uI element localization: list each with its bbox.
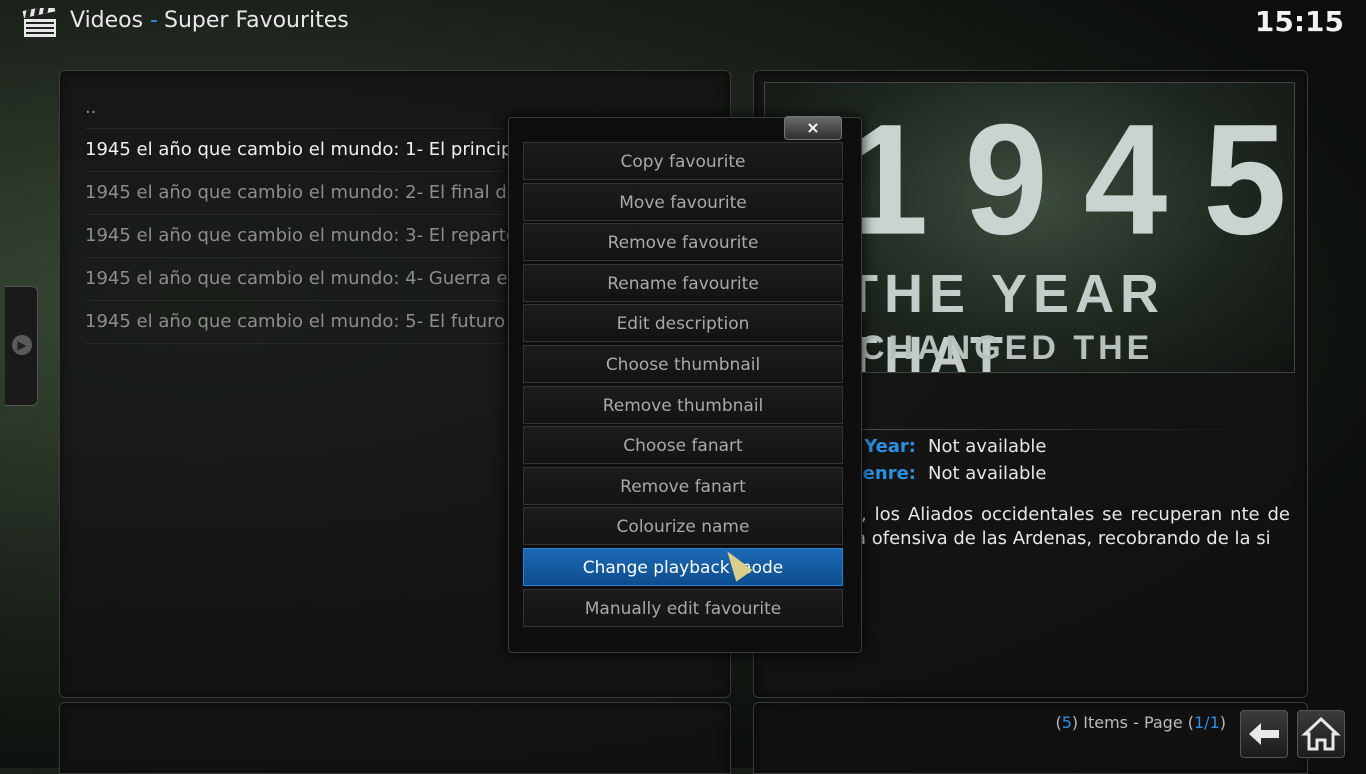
menu-item-change-playback-mode[interactable]: Change playback mode — [523, 547, 843, 586]
menu-item-edit-description[interactable]: Edit description — [523, 304, 843, 343]
menu-item-copy-favourite[interactable]: Copy favourite — [523, 142, 843, 180]
menu-item-rename-favourite[interactable]: Rename favourite — [523, 263, 843, 302]
chevron-right-icon[interactable]: ▶ — [12, 335, 32, 355]
item-count: 5 — [1061, 713, 1072, 732]
left-footer-panel — [59, 702, 731, 774]
home-button[interactable] — [1297, 710, 1345, 758]
menu-item-choose-fanart[interactable]: Choose fanart — [523, 426, 843, 465]
thumbnail-year-text: 1945 — [845, 90, 1295, 268]
thumbnail-line2-text: CHANGED THE WORLD — [860, 329, 1154, 372]
clapperboard-icon — [22, 8, 56, 37]
menu-item-remove-favourite[interactable]: Remove favourite — [523, 223, 843, 262]
year-value: Not available — [928, 436, 1047, 457]
plot-text: o, los Aliados occidentales se recuperan… — [850, 504, 1290, 549]
page-info: (5) Items - Page (1/1) — [1055, 713, 1226, 732]
menu-item-colourize-name[interactable]: Colourize name — [523, 507, 843, 546]
title-separator: - — [150, 8, 158, 33]
page-info-text: ) Items - Page ( — [1071, 713, 1194, 732]
window-subtitle: Super Favourites — [164, 8, 349, 33]
menu-item-manually-edit-favourite[interactable]: Manually edit favourite — [523, 588, 843, 627]
back-button[interactable] — [1240, 710, 1288, 758]
context-menu: Copy favourite Move favourite Remove fav… — [523, 142, 843, 629]
genre-value: Not available — [928, 463, 1047, 484]
back-arrow-icon — [1249, 723, 1279, 745]
page-info-close: ) — [1219, 713, 1226, 732]
menu-item-remove-fanart[interactable]: Remove fanart — [523, 466, 843, 505]
window-title: Videos — [70, 8, 144, 33]
menu-item-choose-thumbnail[interactable]: Choose thumbnail — [523, 344, 843, 383]
clock: 15:15 — [1254, 5, 1344, 38]
year-label: Year: — [864, 436, 916, 457]
menu-item-move-favourite[interactable]: Move favourite — [523, 182, 843, 221]
info-divider — [850, 429, 1270, 430]
home-icon — [1301, 716, 1341, 751]
close-dialog-button[interactable]: × — [784, 116, 842, 140]
menu-item-remove-thumbnail[interactable]: Remove thumbnail — [523, 385, 843, 424]
page-number: 1/1 — [1194, 713, 1220, 732]
header: Videos - Super Favourites 15:15 — [0, 0, 1366, 48]
